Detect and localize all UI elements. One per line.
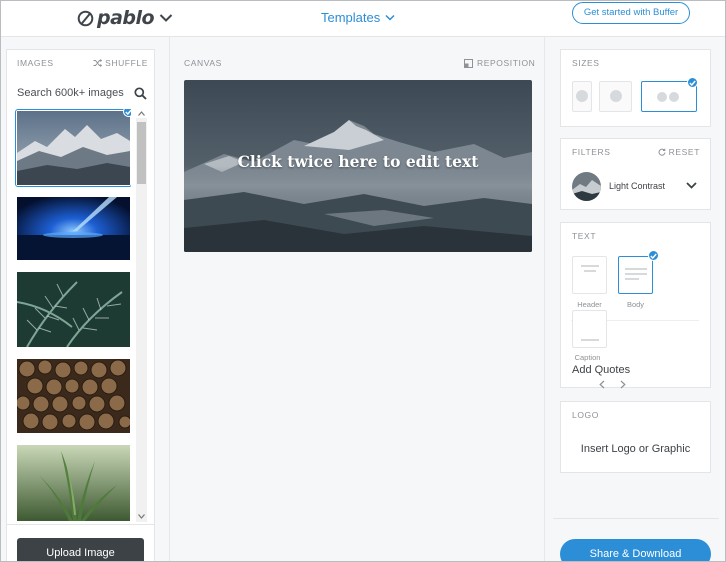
filter-preview-image — [572, 172, 601, 201]
mountains-image — [17, 111, 130, 185]
images-panel: IMAGES SHUFFLE Search 600k+ images Uploa… — [6, 49, 155, 561]
design-canvas[interactable]: Click twice here to edit text — [184, 80, 532, 252]
reset-filter-button[interactable]: RESET — [658, 147, 700, 157]
image-search — [17, 84, 147, 102]
sizes-card: SIZES — [560, 49, 711, 127]
shuffle-button[interactable]: SHUFFLE — [93, 58, 148, 68]
text-heading: TEXT — [572, 231, 597, 241]
text-style-body-label: Body — [626, 300, 645, 309]
divider — [7, 524, 154, 525]
image-thumbnail-logs[interactable] — [15, 359, 131, 433]
chevron-down-icon — [159, 14, 173, 22]
image-thumbnail-mountains[interactable] — [15, 109, 131, 187]
selected-check-icon — [123, 109, 131, 117]
twitter-icon — [669, 92, 679, 102]
plant-image — [17, 445, 130, 521]
reset-icon — [658, 148, 666, 156]
image-thumbnail-plant[interactable] — [17, 445, 130, 521]
filters-card: FILTERS RESET Light Contrast — [560, 138, 711, 210]
images-heading: IMAGES — [17, 58, 54, 68]
pinterest-icon — [576, 90, 588, 102]
logo-text: pablo — [97, 7, 155, 29]
top-bar: pablo Templates Get started with Buffer — [1, 1, 725, 37]
shuffle-icon — [93, 59, 103, 67]
blue-light-image — [17, 197, 130, 260]
size-pinterest[interactable] — [572, 81, 592, 112]
chevron-down-icon[interactable] — [686, 182, 697, 189]
logo-card: LOGO Insert Logo or Graphic — [560, 401, 711, 473]
text-style-body[interactable] — [618, 256, 653, 294]
selected-filter-name[interactable]: Light Contrast — [609, 181, 665, 191]
templates-menu[interactable]: Templates — [321, 10, 395, 25]
ferns-image — [16, 272, 130, 348]
divider — [544, 37, 545, 561]
search-input[interactable] — [17, 87, 125, 99]
search-icon[interactable] — [134, 86, 147, 100]
scrollbar-thumb[interactable] — [137, 122, 146, 184]
upload-image-button[interactable]: Upload Image — [17, 538, 144, 561]
text-style-header-label: Header — [577, 300, 602, 309]
facebook-icon — [657, 92, 667, 102]
text-card: TEXT Header Body Caption Add Quotes — [560, 222, 711, 389]
logo-heading: LOGO — [572, 410, 599, 420]
insert-logo-button[interactable]: Insert Logo or Graphic — [561, 443, 710, 455]
divider — [553, 518, 719, 519]
reset-label: RESET — [668, 147, 700, 157]
chevron-down-icon — [385, 14, 395, 21]
instagram-icon — [610, 90, 622, 102]
image-thumbnail-list — [15, 109, 131, 521]
canvas-heading: CANVAS — [184, 58, 222, 68]
reposition-label: REPOSITION — [477, 58, 536, 68]
filters-heading: FILTERS — [572, 147, 611, 157]
pablo-app-window: pablo Templates Get started with Buffer … — [0, 0, 726, 562]
text-style-header[interactable] — [572, 256, 607, 294]
text-style-caption[interactable] — [572, 310, 607, 348]
selected-check-icon — [687, 77, 698, 88]
templates-label: Templates — [321, 10, 381, 25]
filter-preview-thumbnail — [572, 172, 601, 201]
text-style-caption-label: Caption — [574, 353, 601, 362]
images-scrollbar[interactable] — [136, 111, 147, 522]
size-instagram[interactable] — [599, 81, 632, 112]
image-thumbnail-blue-light[interactable] — [17, 197, 130, 260]
pablo-logo-icon — [77, 10, 94, 26]
share-download-button[interactable]: Share & Download — [560, 539, 711, 561]
get-started-button[interactable]: Get started with Buffer — [572, 2, 690, 24]
logs-image — [15, 359, 131, 433]
scroll-down-icon[interactable] — [138, 514, 145, 519]
pablo-logo[interactable]: pablo — [77, 7, 173, 29]
shuffle-label: SHUFFLE — [105, 58, 148, 68]
reposition-icon — [464, 58, 473, 68]
image-thumbnail-ferns[interactable] — [16, 272, 130, 348]
sizes-heading: SIZES — [572, 58, 600, 68]
scroll-up-icon[interactable] — [138, 111, 145, 116]
reposition-button[interactable]: REPOSITION — [464, 58, 535, 68]
chevron-left-icon[interactable] — [599, 380, 605, 389]
add-quotes-label: Add Quotes — [572, 364, 631, 376]
quotes-navigation — [599, 380, 626, 389]
divider — [169, 37, 170, 561]
chevron-right-icon[interactable] — [620, 380, 626, 389]
canvas-text-overlay[interactable]: Click twice here to edit text — [184, 152, 532, 171]
selected-check-icon — [648, 250, 659, 261]
